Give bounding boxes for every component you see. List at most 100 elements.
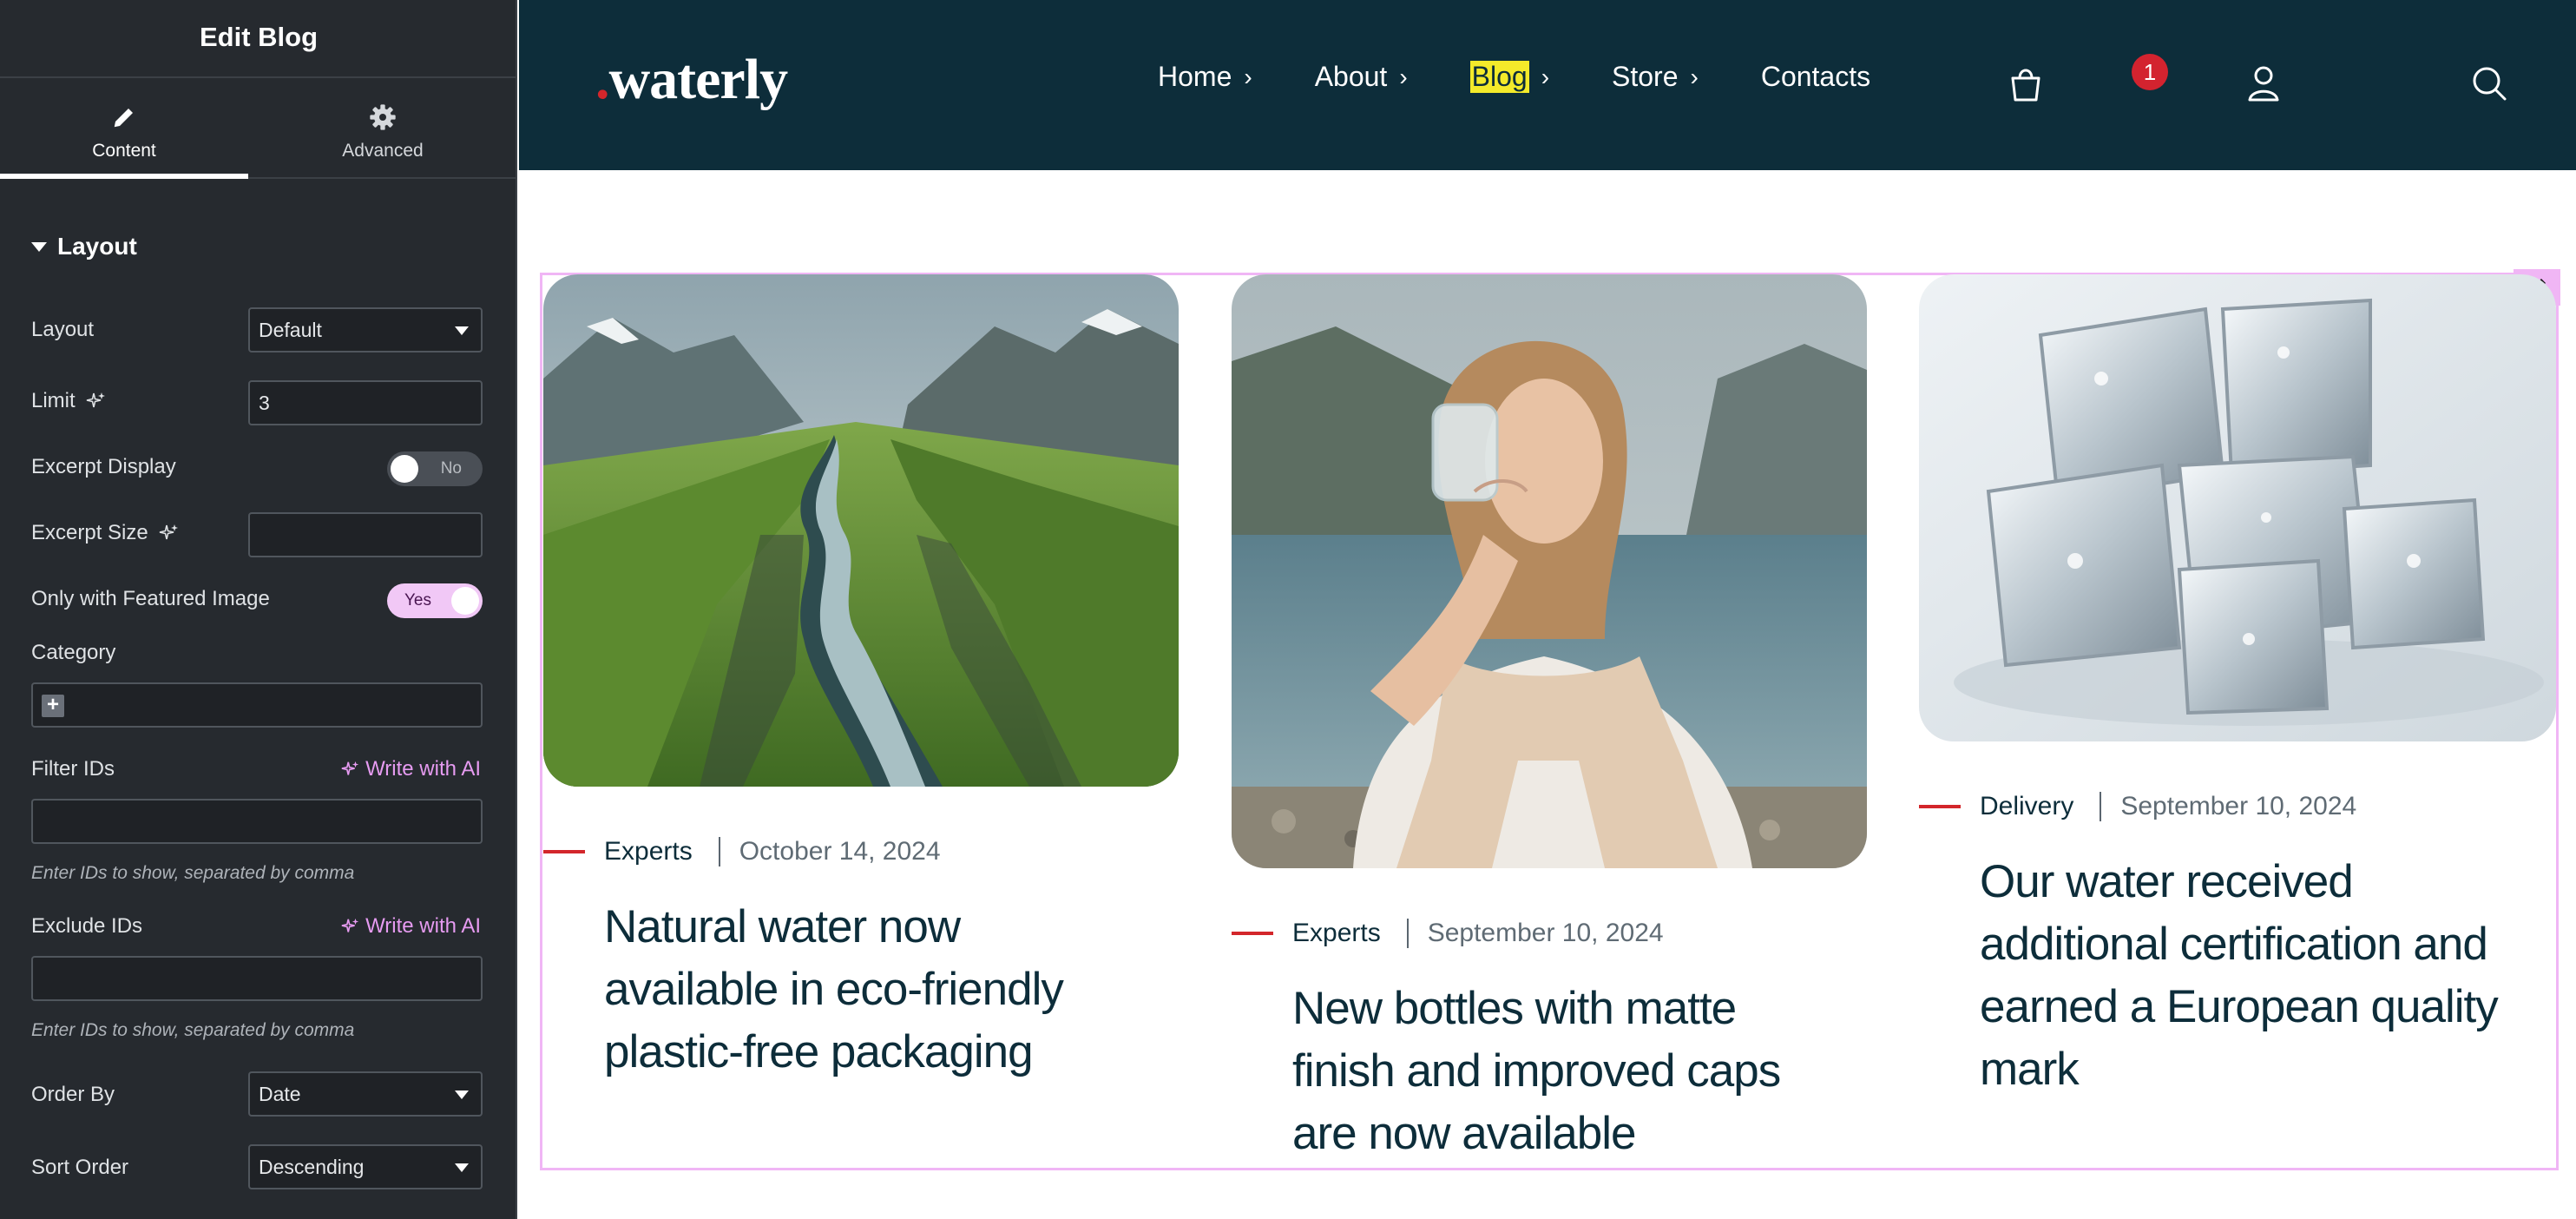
- limit-input[interactable]: 3: [248, 380, 483, 425]
- post-date: September 10, 2024: [1427, 919, 1664, 947]
- post-meta: Experts October 14, 2024: [543, 837, 941, 866]
- cart-icon[interactable]: [2008, 64, 2043, 102]
- gear-icon: [370, 104, 396, 130]
- post-title-line: New bottles with matte: [1292, 983, 1737, 1034]
- excerpt-size-input[interactable]: [248, 512, 483, 557]
- post-date: October 14, 2024: [739, 837, 941, 866]
- user-icon[interactable]: [2246, 64, 2281, 102]
- excerpt-display-toggle[interactable]: No: [387, 451, 483, 486]
- nav-item-contacts[interactable]: Contacts: [1761, 61, 1870, 93]
- pencil-icon: [114, 109, 133, 128]
- post-title-line: Our water received: [1980, 856, 2354, 907]
- filter-ids-write-with-ai[interactable]: Write with AI: [341, 757, 481, 781]
- limit-label: Limit: [31, 389, 76, 412]
- only-featured-toggle-text: Yes: [404, 591, 431, 610]
- filter-ids-input[interactable]: [31, 799, 483, 844]
- logo-dot: .: [595, 48, 609, 111]
- post-image-mountain-valley[interactable]: [543, 274, 1179, 787]
- post-title-line: additional certification and: [1980, 919, 2488, 970]
- post-title-line: plastic-free packaging: [604, 1026, 1034, 1077]
- exclude-ids-input[interactable]: [31, 956, 483, 1001]
- only-featured-label: Only with Featured Image: [31, 587, 270, 610]
- caret-down-icon: [31, 241, 47, 252]
- ai-sparkle-icon[interactable]: [159, 523, 180, 544]
- excerpt-size-label-row: Excerpt Size: [31, 521, 180, 545]
- order-by-select-value: Date: [259, 1082, 301, 1105]
- add-category-icon[interactable]: +: [42, 695, 64, 717]
- chevron-right-icon: ›: [1399, 63, 1408, 90]
- category-select[interactable]: +: [31, 682, 483, 728]
- ai-sparkle-icon: [341, 918, 359, 932]
- editor-panel: Edit Blog Content Advanced Layout Layout…: [0, 0, 517, 1219]
- post-meta: Experts September 10, 2024: [1232, 919, 1664, 948]
- layout-section-title: Layout: [57, 233, 137, 260]
- post-title-line: mark: [1980, 1044, 2080, 1095]
- blog-card[interactable]: Delivery September 10, 2024 Our water re…: [1919, 274, 2556, 1143]
- nav-item-blog[interactable]: Blog ›: [1469, 61, 1549, 93]
- write-with-ai-label: Write with AI: [365, 757, 481, 781]
- logo-text: waterly: [608, 48, 789, 111]
- post-title[interactable]: New bottles with matte finish and improv…: [1292, 978, 1781, 1165]
- sort-order-label: Sort Order: [31, 1156, 129, 1179]
- cart-count-badge: 1: [2132, 54, 2168, 90]
- nav-label: Contacts: [1760, 61, 1871, 92]
- excerpt-display-toggle-text: No: [440, 459, 462, 478]
- limit-input-value: 3: [259, 391, 270, 414]
- ai-sparkle-icon[interactable]: [86, 391, 107, 412]
- post-category[interactable]: Experts: [1292, 919, 1381, 948]
- site-logo[interactable]: .waterly: [595, 47, 789, 113]
- nav-label: Blog: [1469, 61, 1529, 93]
- nav-item-about[interactable]: About ›: [1315, 61, 1408, 93]
- site-header: .waterly Home › About › Blog › Store › C…: [519, 0, 2576, 170]
- post-image-ice-cubes[interactable]: [1919, 274, 2556, 741]
- post-category[interactable]: Experts: [604, 837, 693, 866]
- sort-order-select[interactable]: Descending: [248, 1144, 483, 1189]
- main-nav: Home › About › Blog › Store › Contacts: [1158, 61, 1933, 93]
- ai-sparkle-icon: [341, 761, 359, 775]
- red-dash-icon: [543, 850, 585, 853]
- layout-section-toggle[interactable]: Layout: [31, 233, 137, 260]
- post-meta: Delivery September 10, 2024: [1919, 792, 2356, 821]
- exclude-ids-write-with-ai[interactable]: Write with AI: [341, 914, 481, 939]
- excerpt-size-label: Excerpt Size: [31, 521, 148, 544]
- toggle-knob: [451, 587, 479, 615]
- order-by-select[interactable]: Date: [248, 1071, 483, 1117]
- exclude-ids-label: Exclude IDs: [31, 914, 143, 938]
- panel-tabs: Content Advanced: [0, 80, 517, 179]
- filter-ids-label: Filter IDs: [31, 757, 115, 781]
- nav-label: About: [1314, 61, 1388, 92]
- post-title[interactable]: Natural water now available in eco-frien…: [604, 896, 1064, 1084]
- write-with-ai-label: Write with AI: [365, 914, 481, 938]
- meta-divider: [718, 837, 720, 866]
- layout-select[interactable]: Default: [248, 307, 483, 353]
- nav-item-home[interactable]: Home ›: [1158, 61, 1252, 93]
- chevron-right-icon: ›: [1244, 63, 1252, 90]
- post-image-woman-drinking[interactable]: [1232, 274, 1867, 868]
- tab-content-label: Content: [92, 141, 156, 161]
- chevron-right-icon: ›: [1690, 63, 1699, 90]
- post-title-line: available in eco-friendly: [604, 964, 1064, 1015]
- post-title[interactable]: Our water received additional certificat…: [1980, 851, 2499, 1101]
- exclude-ids-hint: Enter IDs to show, separated by comma: [31, 1020, 355, 1040]
- post-category[interactable]: Delivery: [1980, 792, 2073, 821]
- filter-ids-hint: Enter IDs to show, separated by comma: [31, 863, 355, 883]
- blog-card[interactable]: Experts October 14, 2024 Natural water n…: [543, 274, 1179, 1143]
- layout-label: Layout: [31, 318, 95, 341]
- post-title-line: are now available: [1292, 1108, 1636, 1159]
- post-title-line: earned a European quality: [1980, 981, 2499, 1032]
- order-by-label: Order By: [31, 1083, 115, 1106]
- meta-divider: [2100, 792, 2102, 821]
- blog-card[interactable]: Experts September 10, 2024 New bottles w…: [1232, 274, 1867, 1169]
- nav-item-store[interactable]: Store ›: [1612, 61, 1699, 93]
- panel-title: Edit Blog: [0, 0, 517, 78]
- tab-content[interactable]: Content: [0, 80, 248, 179]
- post-date: September 10, 2024: [2120, 792, 2357, 820]
- only-featured-toggle[interactable]: Yes: [387, 583, 483, 618]
- nav-label: Home: [1158, 61, 1232, 92]
- tab-advanced-label: Advanced: [342, 141, 424, 161]
- meta-divider: [1406, 919, 1409, 948]
- category-label: Category: [31, 641, 116, 664]
- tab-advanced[interactable]: Advanced: [259, 80, 507, 179]
- search-icon[interactable]: [2470, 64, 2508, 102]
- post-title-line: finish and improved caps: [1292, 1045, 1781, 1097]
